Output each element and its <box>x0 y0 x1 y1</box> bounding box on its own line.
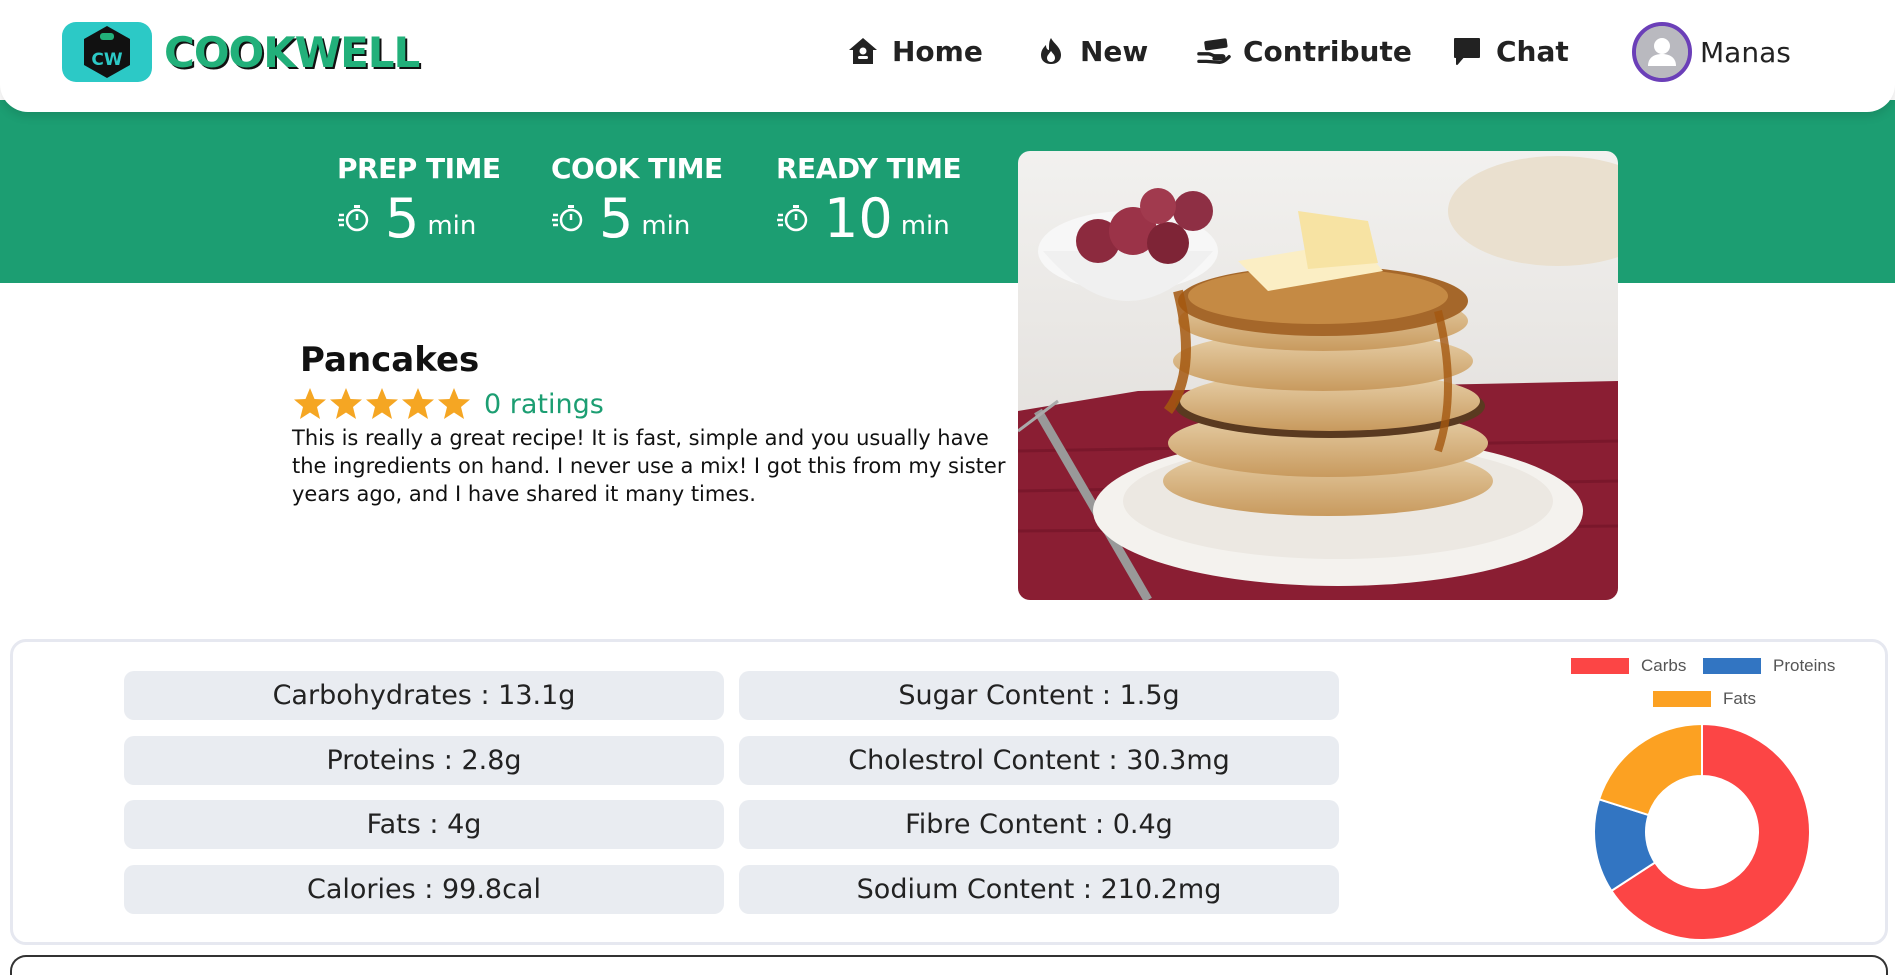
cook-time-label: COOK TIME <box>551 152 723 185</box>
chat-icon <box>1450 34 1484 68</box>
ready-time-label: READY TIME <box>776 152 962 185</box>
chef-hat-logo-icon: CW <box>84 26 130 78</box>
nutrition-sodium: Sodium Content : 210.2mg <box>739 865 1339 914</box>
legend-swatch-proteins <box>1703 658 1761 674</box>
star-icon[interactable] <box>400 386 436 422</box>
nutrition-fats: Fats : 4g <box>124 800 724 849</box>
prep-time-value: 5 <box>385 187 420 250</box>
next-section-edge <box>10 955 1888 975</box>
nutrition-carbohydrates: Carbohydrates : 13.1g <box>124 671 724 720</box>
cook-time: COOK TIME 5 min <box>551 152 723 249</box>
nutrition-sugar: Sugar Content : 1.5g <box>739 671 1339 720</box>
recipe-description: This is really a great recipe! It is fas… <box>292 426 1006 506</box>
recipe-title: Pancakes <box>300 340 480 380</box>
legend-swatch-carbs <box>1571 658 1629 674</box>
nutrition-calories: Calories : 99.8cal <box>124 865 724 914</box>
hand-money-icon <box>1197 34 1231 68</box>
legend-proteins[interactable]: Proteins <box>1703 656 1835 676</box>
user-silhouette-icon <box>1636 26 1688 78</box>
nutrition-proteins: Proteins : 2.8g <box>124 736 724 785</box>
stopwatch-icon <box>552 205 583 232</box>
star-icon[interactable] <box>292 386 328 422</box>
logo[interactable]: CW COOKWELL <box>62 22 420 82</box>
star-icon[interactable] <box>364 386 400 422</box>
nav-chat[interactable]: Chat <box>1450 34 1569 68</box>
legend-label-proteins: Proteins <box>1773 656 1836 675</box>
stopwatch-icon <box>338 205 369 232</box>
user-name: Manas <box>1700 35 1791 69</box>
nav-home[interactable]: Home <box>846 34 983 68</box>
legend-carbs[interactable]: Carbs <box>1571 656 1686 676</box>
nav-contribute[interactable]: Contribute <box>1197 34 1412 68</box>
logo-badge: CW <box>62 22 152 82</box>
cook-time-unit: min <box>641 211 691 241</box>
star-icon[interactable] <box>436 386 472 422</box>
legend-label-carbs: Carbs <box>1641 656 1687 675</box>
flame-icon <box>1034 34 1068 68</box>
legend-fats[interactable]: Fats <box>1653 689 1756 709</box>
nav-contribute-label: Contribute <box>1243 34 1412 68</box>
rating-stars[interactable]: 0 ratings <box>292 386 604 422</box>
donut-slice-fats[interactable] <box>1597 722 1703 817</box>
nutrition-fibre: Fibre Content : 0.4g <box>739 800 1339 849</box>
legend-label-fats: Fats <box>1723 689 1757 708</box>
legend-swatch-fats <box>1653 691 1711 707</box>
navbar: CW COOKWELL Home New Contribute Chat Man… <box>0 0 1895 112</box>
avatar <box>1632 22 1692 82</box>
prep-time: PREP TIME 5 min <box>337 152 501 249</box>
nav-new[interactable]: New <box>1034 34 1148 68</box>
prep-time-label: PREP TIME <box>337 152 501 185</box>
ratings-count: 0 ratings <box>484 388 604 420</box>
nutrition-cholesterol: Cholestrol Content : 30.3mg <box>739 736 1339 785</box>
nav-chat-label: Chat <box>1496 34 1569 68</box>
prep-time-unit: min <box>427 211 477 241</box>
recipe-photo <box>1018 151 1618 600</box>
macronutrient-donut-chart <box>1593 722 1811 941</box>
stopwatch-icon <box>777 205 808 232</box>
ready-time: READY TIME 10 min <box>776 152 962 250</box>
home-icon <box>846 34 880 68</box>
logo-text: COOKWELL <box>164 27 420 77</box>
ready-time-value: 10 <box>824 187 893 250</box>
cook-time-value: 5 <box>599 187 634 250</box>
nav-new-label: New <box>1080 34 1149 68</box>
star-icon[interactable] <box>328 386 364 422</box>
nav-home-label: Home <box>892 34 983 68</box>
user-menu[interactable]: Manas <box>1632 22 1791 82</box>
logo-badge-text: CW <box>91 50 122 70</box>
ready-time-unit: min <box>900 211 950 241</box>
